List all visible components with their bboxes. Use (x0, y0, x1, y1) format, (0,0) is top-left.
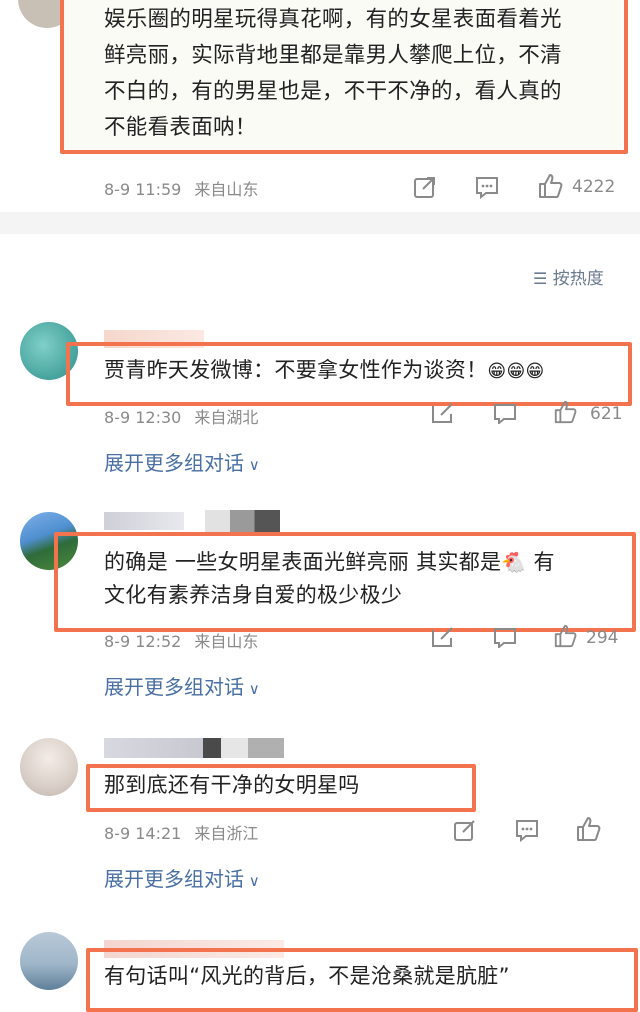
share-icon[interactable] (430, 402, 456, 424)
avatar[interactable] (20, 738, 78, 796)
sort-control[interactable]: ☰ 按热度 (533, 264, 604, 289)
chevron-down-icon: ∨ (244, 680, 260, 698)
timestamp: 8-9 14:21 (104, 824, 182, 843)
like-count: 621 (590, 404, 623, 424)
chicken-emoji: 🐔 (501, 550, 527, 574)
location: 来自山东 (194, 632, 259, 651)
comment-meta: 8-9 12:30 来自湖北 (104, 404, 258, 428)
comment-line: 的确是 一些女明星表面光鲜亮丽 其实都是🐔 有 (104, 546, 624, 579)
highlight-box (60, 0, 628, 154)
expand-label: 展开更多组对话 (104, 867, 244, 891)
comment-line-start: 的确是 一些女明星表面光鲜亮丽 其实都是 (104, 550, 502, 574)
grin-emoji: 😁😁😁 (487, 361, 545, 382)
like-icon[interactable] (536, 172, 564, 200)
username-blur (205, 510, 280, 534)
avatar[interactable] (20, 932, 78, 990)
location: 来自浙江 (194, 824, 259, 843)
comment-meta: 8-9 12:52 来自山东 (104, 628, 258, 652)
location: 来自湖北 (194, 408, 259, 427)
location: 来自山东 (194, 180, 259, 199)
comment-text: 有句话叫“风光的背后，不是沧桑就是肮脏” (104, 964, 510, 988)
expand-label: 展开更多组对话 (104, 675, 244, 699)
expand-conversation-link[interactable]: 展开更多组对话 ∨ (104, 447, 260, 476)
section-separator (0, 212, 640, 234)
sort-label: 按热度 (552, 269, 604, 289)
comment-icon[interactable] (514, 818, 540, 842)
comment-text: 贾青昨天发微博：不要拿女性作为谈资！😁😁😁 (104, 355, 545, 387)
share-icon[interactable] (412, 174, 438, 200)
share-icon[interactable] (452, 818, 478, 842)
username-blur (104, 738, 284, 758)
comment-icon[interactable] (492, 626, 518, 648)
timestamp: 8-9 11:59 (104, 180, 182, 199)
timestamp: 8-9 12:30 (104, 408, 182, 427)
username-blur (104, 512, 184, 530)
comment-line-end: 有 (533, 550, 555, 574)
expand-conversation-link[interactable]: 展开更多组对话 ∨ (104, 863, 260, 892)
like-icon[interactable] (574, 816, 602, 842)
expand-conversation-link[interactable]: 展开更多组对话 ∨ (104, 671, 260, 700)
comment-line: 文化有素养洁身自爱的极少极少 (104, 583, 403, 607)
like-icon[interactable] (552, 624, 578, 648)
comment-text: 的确是 一些女明星表面光鲜亮丽 其实都是🐔 有 文化有素养洁身自爱的极少极少 (104, 546, 624, 612)
sort-icon: ☰ (533, 269, 548, 288)
share-icon[interactable] (430, 626, 456, 648)
chevron-down-icon: ∨ (244, 456, 260, 474)
comment-meta: 8-9 14:21 来自浙江 (104, 820, 258, 844)
like-count: 4222 (572, 177, 616, 197)
comment-meta: 8-9 11:59 来自山东 (104, 176, 258, 200)
like-icon[interactable] (552, 400, 578, 424)
expand-label: 展开更多组对话 (104, 451, 244, 475)
chevron-down-icon: ∨ (244, 872, 260, 890)
timestamp: 8-9 12:52 (104, 632, 182, 651)
comment-icon[interactable] (474, 174, 500, 200)
comment-text: 那到底还有干净的女明星吗 (104, 773, 360, 797)
comment-text-content: 贾青昨天发微博：不要拿女性作为谈资！ (104, 358, 488, 382)
comment-icon[interactable] (492, 402, 518, 424)
like-count: 294 (586, 628, 619, 648)
